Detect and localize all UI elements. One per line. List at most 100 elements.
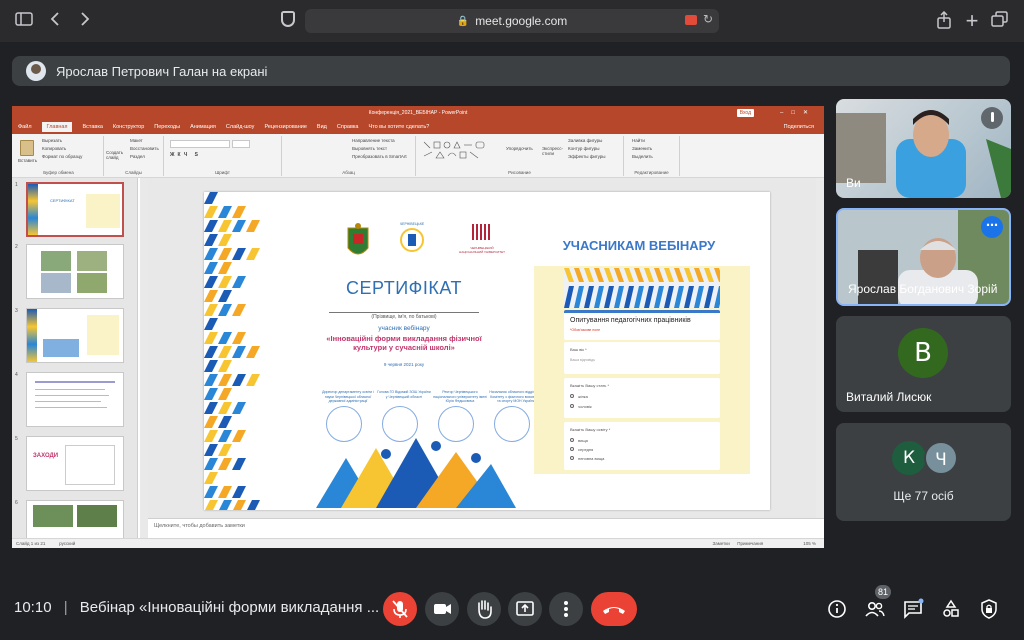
paste-icon[interactable]	[20, 140, 34, 156]
slide-thumbnail[interactable]: ЗАХОДИ	[26, 436, 124, 491]
find-button[interactable]: Найти	[632, 138, 645, 143]
font-format-buttons[interactable]: ЖКЧ S	[170, 152, 201, 158]
stripe-shape	[574, 286, 584, 308]
tab-file[interactable]: Файл	[18, 124, 32, 130]
copy-button[interactable]: Копировать	[42, 146, 66, 151]
stripe-shape	[232, 220, 246, 232]
shape-fill-button[interactable]: Заливка фигуры	[568, 138, 602, 143]
slide-thumbnail[interactable]	[26, 372, 124, 427]
slide-thumbnails-pane[interactable]: 1 СЕРТИФІКАТ 2 3 4 5 ЗАХОДИ 6	[12, 178, 138, 538]
arrange-button[interactable]: Упорядочить	[506, 146, 533, 151]
slide-thumbnail[interactable]	[26, 308, 124, 363]
reset-button[interactable]: Восстановить	[130, 146, 159, 151]
sidebar-toggle-icon[interactable]	[14, 11, 34, 31]
tab-design[interactable]: Конструктор	[113, 124, 144, 130]
stripe-shape	[218, 332, 232, 344]
text-direction-button[interactable]: Направление текста	[352, 138, 395, 143]
share-icon[interactable]	[934, 10, 954, 31]
thumbnails-scrollbar[interactable]	[140, 178, 148, 538]
select-button[interactable]: Выделить	[632, 154, 653, 159]
tab-insert[interactable]: Вставка	[82, 124, 102, 130]
paste-button[interactable]: Вставить	[18, 158, 37, 163]
survey-form-screenshot: Опитування педагогічних працівників *Обо…	[534, 266, 750, 474]
people-button[interactable]	[864, 598, 886, 620]
tab-home[interactable]: Главная	[41, 122, 73, 132]
replace-button[interactable]: Заменить	[632, 146, 652, 151]
font-family-select[interactable]	[170, 140, 230, 148]
forward-icon[interactable]	[74, 11, 94, 31]
slide-thumbnail[interactable]	[26, 244, 124, 299]
stripe-shape	[218, 430, 232, 442]
address-bar[interactable]: 🔒 meet.google.com ↻	[305, 9, 719, 33]
others-tile[interactable]: К Ч Ще 77 осіб	[836, 423, 1011, 521]
align-text-button[interactable]: Выровнять текст	[352, 146, 387, 151]
quick-styles-button[interactable]: Экспресс-стили	[542, 146, 564, 156]
chat-icon	[904, 598, 924, 619]
notes-pane[interactable]: Щелкните, чтобы добавить заметки	[148, 518, 824, 538]
activities-button[interactable]	[940, 598, 962, 620]
tell-me-search[interactable]: Что вы хотите сделать?	[368, 124, 429, 130]
zoom-level[interactable]: 105 %	[803, 541, 816, 546]
privacy-shield-icon[interactable]	[281, 11, 295, 27]
layout-button[interactable]: Макет	[130, 138, 143, 143]
notes-toggle[interactable]: Заметки	[713, 541, 730, 546]
tab-transitions[interactable]: Переходы	[154, 124, 180, 130]
slide-thumbnail[interactable]	[26, 500, 124, 538]
slide-scrollbar[interactable]	[816, 178, 824, 518]
stripe-shape	[232, 206, 246, 218]
meeting-details-button[interactable]	[826, 598, 848, 620]
thumb-number: 3	[15, 308, 18, 314]
raise-hand-button[interactable]	[467, 592, 501, 626]
window-controls[interactable]: –□✕	[780, 106, 816, 120]
stripe-shape	[204, 234, 218, 246]
tab-overview-icon[interactable]	[990, 11, 1010, 31]
ppt-signin-button[interactable]: Вход	[736, 109, 754, 117]
back-icon[interactable]	[46, 11, 66, 31]
shape-effects-button[interactable]: Эффекты фигуры	[568, 154, 606, 159]
new-slide-button[interactable]: Создать слайд	[106, 150, 128, 160]
question-label: Вкажіть Вашу стать *	[570, 383, 610, 388]
participant-tile[interactable]: В Виталий Лисюк	[836, 316, 1011, 412]
tab-review[interactable]: Рецензирование	[264, 124, 306, 130]
shape-outline-button[interactable]: Контур фигуры	[568, 146, 599, 151]
comments-toggle[interactable]: Примечания	[737, 541, 763, 546]
tab-slideshow[interactable]: Слайд-шоу	[226, 124, 255, 130]
more-options-icon[interactable]: ⋯	[981, 216, 1003, 238]
leave-call-button[interactable]	[591, 592, 637, 626]
tab-view[interactable]: Вид	[317, 124, 327, 130]
smartart-button[interactable]: Преобразовать в SmartArt	[352, 154, 407, 159]
ppt-share-button[interactable]: Поделиться	[784, 124, 814, 130]
stripe-shape	[664, 286, 674, 308]
language-indicator[interactable]: русский	[59, 541, 75, 546]
format-painter-button[interactable]: Формат по образцу	[42, 154, 82, 159]
meeting-controls-bar: 10:10 | Вебінар «Інноваційні форми викла…	[0, 578, 1024, 640]
cut-button[interactable]: Вырезать	[42, 138, 62, 143]
stripe-shape	[614, 268, 624, 282]
participant-tile[interactable]: ⋯ Ярослав Богданович Зорій	[836, 208, 1011, 306]
tab-help[interactable]: Справка	[337, 124, 359, 130]
stripe-shape	[218, 486, 232, 498]
shapes-gallery[interactable]	[422, 140, 494, 162]
more-options-button[interactable]	[549, 592, 583, 626]
participant-tile-self[interactable]: Ви	[836, 99, 1011, 198]
tab-animations[interactable]: Анимация	[190, 124, 216, 130]
option-label: чоловік	[578, 404, 592, 409]
radio-option	[570, 394, 574, 398]
clipboard-group-label: Буфер обмена	[43, 170, 74, 175]
stripe-shape	[204, 430, 218, 442]
new-tab-icon[interactable]: +	[962, 10, 982, 32]
slides-group: Создать слайд Макет Восстановить Раздел …	[104, 136, 164, 176]
font-size-select[interactable]	[232, 140, 250, 148]
section-button[interactable]: Раздел	[130, 154, 145, 159]
host-controls-button[interactable]	[978, 598, 1000, 620]
microphone-toggle-button[interactable]	[383, 592, 417, 626]
stripe-shape	[218, 234, 232, 246]
camera-toggle-button[interactable]	[425, 592, 459, 626]
present-screen-button[interactable]	[508, 592, 542, 626]
stripe-shape	[204, 360, 218, 372]
camera-in-use-icon[interactable]	[685, 15, 697, 25]
chat-button[interactable]	[902, 598, 924, 620]
thumb-number: 5	[15, 436, 18, 442]
reload-icon[interactable]: ↻	[703, 12, 713, 26]
slide-thumbnail[interactable]: СЕРТИФІКАТ	[26, 182, 124, 237]
